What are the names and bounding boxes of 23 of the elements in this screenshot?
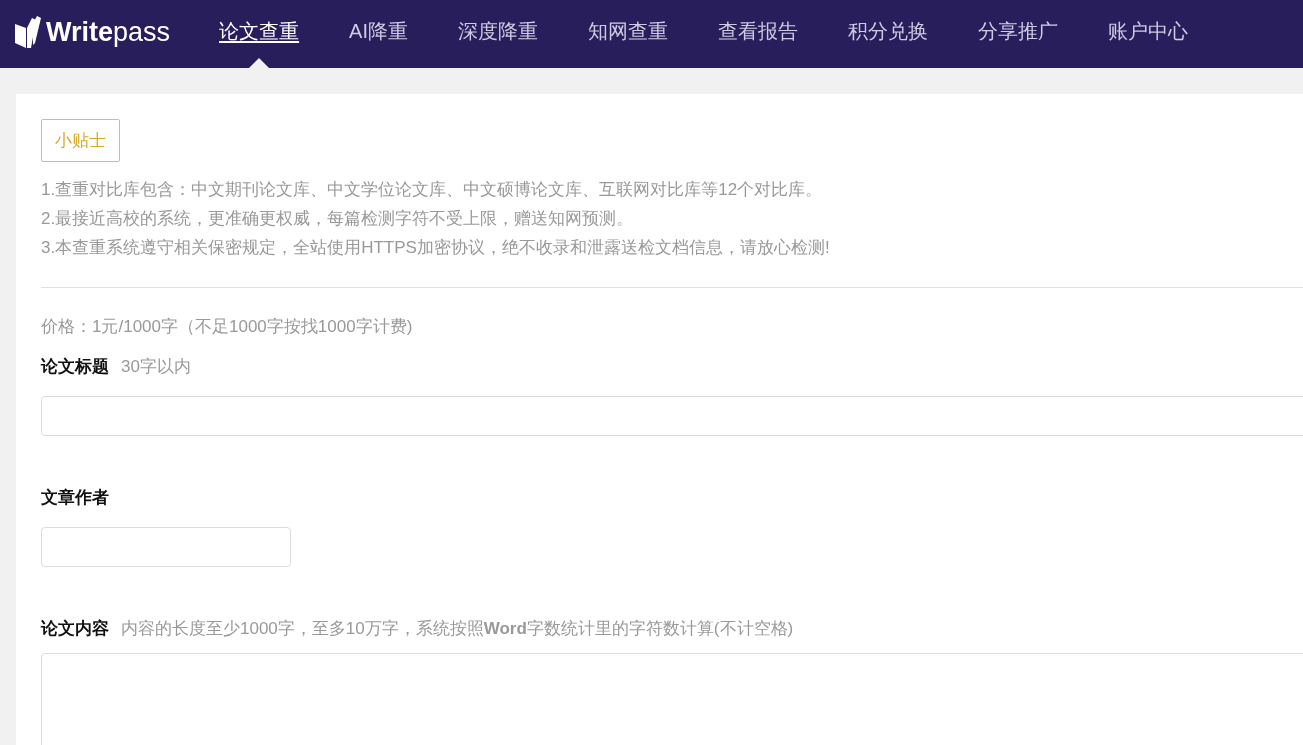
field-label: 论文内容 bbox=[41, 618, 109, 640]
tip-text: 2.最接近高校的系统，更准确更权威，每篇检测字符不受上限，赠送知网预测。 bbox=[41, 208, 635, 230]
nav-link[interactable]: 论文查重 bbox=[219, 0, 300, 68]
field-hint: 内容的长度至少1000字，至多10万字，系统按照Word字数统计里的字符数计算(不计空格) bbox=[121, 618, 794, 640]
nav-link[interactable]: 积分兑换 bbox=[847, 0, 928, 68]
book-pages-icon bbox=[14, 15, 42, 49]
field-label: 文章作者 bbox=[41, 487, 109, 509]
nav-link[interactable]: 分享推广 bbox=[977, 0, 1058, 68]
field-label: 论文标题 bbox=[41, 356, 109, 378]
nav-link[interactable]: 知网查重 bbox=[587, 0, 668, 68]
field-hint: 30字以内 bbox=[121, 356, 191, 378]
tips-label: 小贴士 bbox=[41, 119, 120, 162]
nav-link[interactable]: 深度降重 bbox=[457, 0, 538, 68]
caret-icon bbox=[249, 58, 270, 68]
nav-link[interactable]: 账户中心 bbox=[1107, 0, 1188, 68]
price-text: 价格：1元/1000字（不足1000字按找1000字计费) bbox=[41, 316, 414, 338]
logo-wordmark: Writepass bbox=[46, 16, 171, 48]
nav-link[interactable]: AI降重 bbox=[349, 0, 408, 68]
tip-text: 3.本查重系统遵守相关保密规定，全站使用HTTPS加密协议，绝不收录和泄露送检文档信息，请放心检测! bbox=[41, 237, 831, 259]
nav-link[interactable]: 查看报告 bbox=[717, 0, 798, 68]
tip-text: 1.查重对比库包含：中文期刊论文库、中文学位论文库、中文硕博论文库、互联网对比库等12个对比库。 bbox=[41, 179, 824, 201]
input-field[interactable] bbox=[41, 396, 1303, 436]
input-field[interactable] bbox=[41, 527, 291, 567]
